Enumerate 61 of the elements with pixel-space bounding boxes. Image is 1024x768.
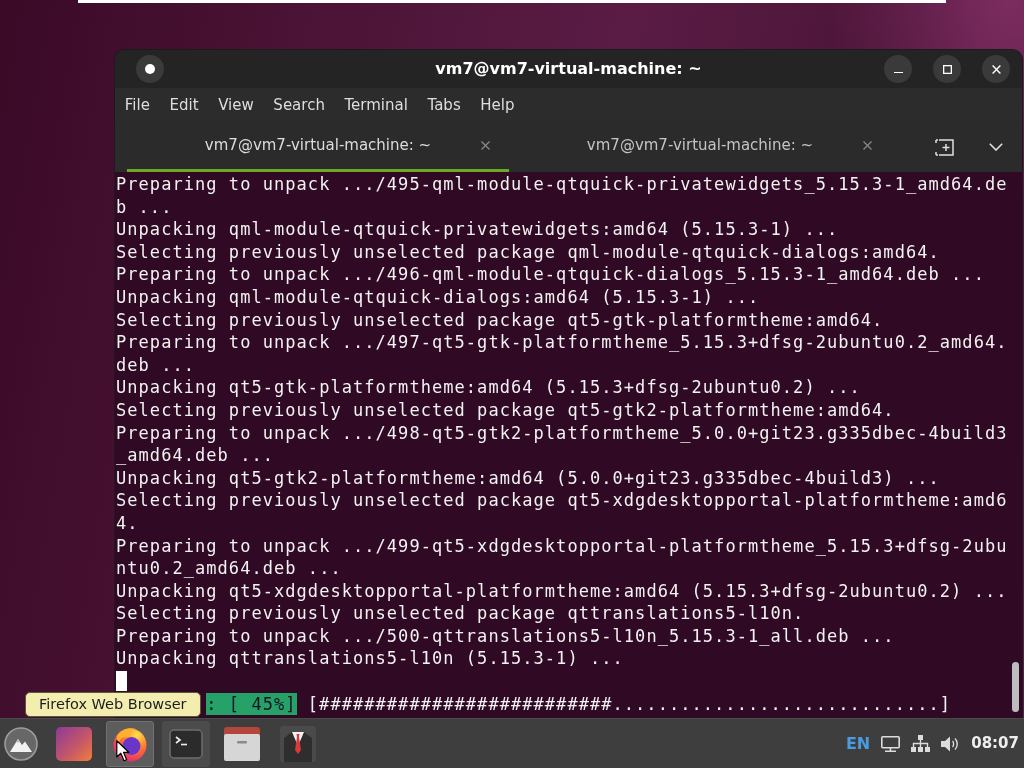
terminal-line: Unpacking qml-module-qtquick-privatewidgets:amd64 (5.15.3-1) ... [116,218,839,241]
chevron-down-icon [989,143,1003,151]
minimize-icon [893,71,903,73]
menu-item[interactable]: Edit [159,92,209,118]
suit-icon [280,725,316,762]
terminal-line: Preparing to unpack .../499-qt5-xdgdesktopportal-platformtheme_5.15.3+dfsg-2ubu [116,534,1008,558]
clock: 08:07 [971,733,1019,755]
taskbar-button[interactable] [106,720,154,767]
terminal-line: Selecting previously unselected package qt5-gtk2-platformtheme:amd64. [116,398,895,422]
pointer-icon [116,740,130,762]
terminal-line: Selecting previously unselected package qt5-xdgdesktopportal-platformtheme:amd6 [116,489,1008,512]
terminal-line: _amd64.deb ... [116,444,274,467]
terminal-line: Unpacking qt5-gtk2-platformtheme:amd64 (5.0.0+git23.g335dbec-4build3) ... [116,466,940,490]
terminal-icon [169,728,203,759]
close-button[interactable] [982,55,1010,83]
drawer-icon [224,726,260,761]
terminal-line: Unpacking qt5-gtk-platformtheme:amd64 (5.15.3+dfsg-2ubuntu0.2) ... [116,376,861,399]
window-title: vm7@vm7-virtual-machine: ~ [434,58,703,80]
maximize-icon [942,64,952,74]
progress-text: [##########################.............................] [307,692,952,716]
terminal-line: Selecting previously unselected package qml-module-qtquick-dialogs:amd64. [116,240,940,264]
terminal-line: 4. [116,511,139,535]
progress-label: : [ 45%] [206,692,297,716]
close-icon [481,141,490,150]
tooltip: Firefox Web Browser [25,692,201,717]
terminal-line: Preparing to unpack .../497-qt5-gtk-platformtheme_5.15.3+dfsg-2ubuntu0.2_amd64. [116,331,1008,354]
close-icon [863,141,872,150]
terminal-line: Preparing to unpack .../500-qttranslations5-l10n_5.15.3-1_all.deb ... [116,624,895,648]
terminal-line: Preparing to unpack .../498-qt5-gtk2-platformtheme_5.0.0+git23.g335dbec-4build3 [116,421,1008,445]
terminal-line: Selecting previously unselected package qttranslations5-l10n. [116,602,805,625]
display-button[interactable] [881,735,901,752]
menu-item[interactable]: Search [263,92,335,118]
tab[interactable]: vm7@vm7-virtual-machine: ~ [509,122,891,172]
terminal-line: b ... [116,195,173,219]
network-button[interactable] [911,735,931,752]
terminal-line: ntu0.2_amd64.deb ... [116,557,342,580]
terminal-line: Unpacking qml-module-qtquick-dialogs:amd64 (5.15.3-1) ... [116,285,760,309]
speaker-icon [941,735,961,752]
menu-item[interactable]: Help [470,92,525,118]
mountain-icon [4,726,38,761]
terminal-line: Unpacking qttranslations5-l10n (5.15.3-1) ... [116,647,624,671]
tile-icon [56,726,92,761]
scrollbar-thumb[interactable] [1012,662,1019,712]
menu-item[interactable]: Terminal [334,92,418,118]
volume-button[interactable] [941,735,961,752]
terminal-line: Selecting previously unselected package qt5-gtk-platformtheme:amd64. [116,308,884,332]
menu-item[interactable]: Tabs [417,92,471,118]
monitor-icon [881,735,901,752]
plus-box-icon [934,138,954,156]
terminal-line: Preparing to unpack .../496-qml-module-qtquick-dialogs_5.15.3-1_amd64.deb ... [116,263,985,286]
menu-item[interactable]: View [208,92,264,118]
window-menu-button[interactable] [136,55,164,83]
close-icon [991,64,1001,74]
dot-icon [145,64,155,74]
terminal-line: Preparing to unpack .../495-qml-module-qtquick-privatewidgets_5.15.3-1_amd64.de [116,173,1008,196]
network-icon [911,735,931,752]
terminal-line: Unpacking qt5-xdgdesktopportal-platformtheme:amd64 (5.15.3+dfsg-2ubuntu0.2) ... [116,579,1008,603]
maximize-button[interactable] [933,55,961,83]
terminal-line: deb ... [116,353,195,377]
menu-item[interactable]: File [115,92,160,118]
language-indicator[interactable]: EN [845,731,871,756]
